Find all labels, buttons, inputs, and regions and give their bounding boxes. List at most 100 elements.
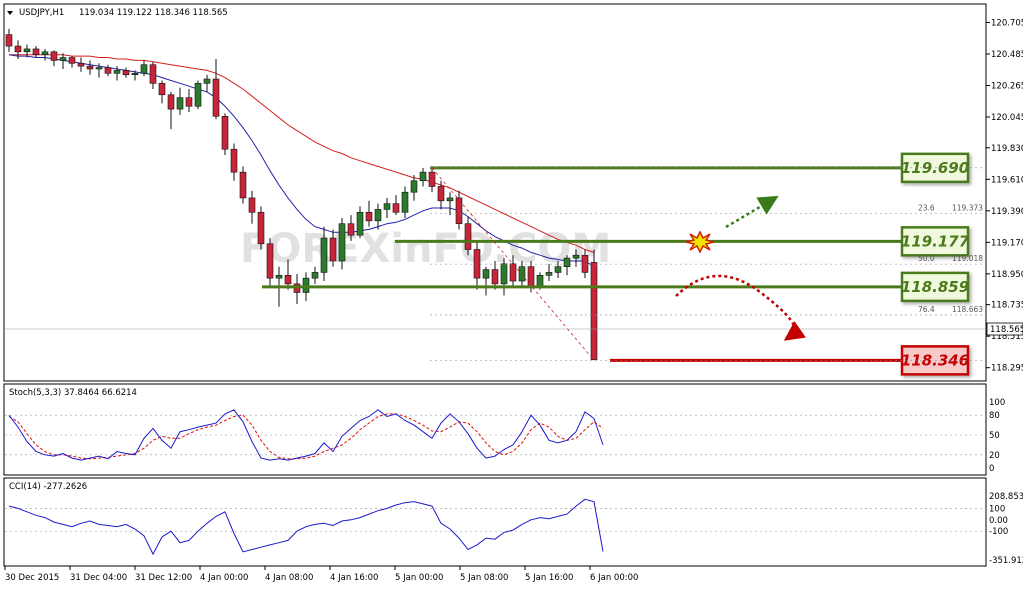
x-tick-label: 5 Jan 08:00	[460, 573, 508, 583]
candle-body	[545, 272, 553, 276]
candle-body	[212, 78, 220, 117]
stoch-tick-label: 20	[989, 451, 1000, 461]
level-value: 118.859	[901, 278, 969, 296]
candle-body	[149, 64, 157, 84]
candle-body	[185, 97, 193, 107]
candle-body	[68, 57, 76, 64]
symbol-label: USDJPY,H1	[19, 8, 64, 18]
candle-body	[131, 73, 139, 76]
candle-body	[50, 51, 58, 61]
burst-star-icon	[685, 230, 715, 254]
x-tick-label: 31 Dec 12:00	[135, 573, 192, 583]
candle-body	[455, 197, 463, 225]
candle-body	[320, 237, 328, 273]
candle-body	[275, 274, 283, 279]
candle-body	[140, 64, 148, 74]
x-tick-label: 5 Jan 00:00	[395, 573, 443, 583]
y-tick-label: 120.485	[991, 50, 1023, 60]
y-tick-label: 118.950	[991, 270, 1023, 280]
x-tick-label: 4 Jan 08:00	[265, 573, 313, 583]
candle	[221, 113, 229, 155]
candle-body	[203, 78, 211, 84]
chart-canvas: FOREXinFO.COM 119.690119.177118.859118.3…	[3, 3, 1023, 583]
candle-body	[14, 45, 22, 53]
candle-body	[482, 269, 490, 279]
y-tick-label: 119.390	[991, 207, 1023, 217]
ohlc-label: 119.034 119.122 118.346 118.565	[79, 8, 228, 18]
candle-body	[5, 34, 13, 47]
candle	[239, 166, 247, 204]
x-tick-label: 5 Jan 16:00	[525, 573, 573, 583]
candle-body	[311, 272, 319, 279]
candle-body	[230, 148, 238, 173]
candle-body	[419, 171, 427, 182]
candle-body	[392, 203, 400, 213]
y-tick-label: 120.265	[991, 81, 1023, 91]
current-price-label: 118.565	[990, 325, 1023, 335]
x-tick-label: 6 Jan 00:00	[590, 573, 638, 583]
candle-body	[104, 67, 112, 74]
candle-body	[77, 62, 85, 67]
candle-body	[347, 223, 355, 236]
stoch-title: Stoch(5,3,3) 37.8464 66.6214	[9, 388, 137, 398]
cci-tick-label: 0.00	[989, 516, 1008, 526]
candle-body	[122, 70, 130, 76]
stoch-tick-label: 50	[989, 431, 1000, 441]
cci-tick-label: -100	[989, 527, 1008, 537]
candle-body	[329, 237, 337, 262]
candle-body	[437, 186, 445, 202]
candle-body	[554, 266, 562, 273]
candle-body	[590, 262, 598, 361]
candle-body	[95, 67, 103, 70]
y-tick-label: 118.295	[991, 364, 1023, 374]
candle-body	[266, 243, 274, 279]
candle-body	[464, 223, 472, 250]
candle-body	[23, 48, 31, 53]
candle-body	[410, 180, 418, 193]
level-value: 119.177	[901, 232, 970, 250]
candle	[590, 249, 598, 361]
cci-title: CCI(14) -277.2626	[9, 482, 87, 492]
fib-ratio-label: 50.0	[918, 254, 935, 263]
candle-body	[32, 48, 40, 55]
y-tick-label: 120.045	[991, 113, 1023, 123]
y-tick-label: 120.705	[991, 18, 1023, 28]
level-box: 118.859	[900, 271, 970, 303]
fib-price-label: 118.663	[952, 305, 983, 314]
x-tick-label: 4 Jan 00:00	[200, 573, 248, 583]
candle-body	[248, 197, 256, 213]
candle-body	[239, 171, 247, 199]
watermark: FOREXinFO.COM	[240, 226, 611, 272]
y-tick-label: 119.610	[991, 175, 1023, 185]
main-pane	[3, 3, 987, 382]
y-tick-label: 118.735	[991, 301, 1023, 311]
candle-body	[158, 83, 166, 96]
stoch-pane	[3, 383, 987, 476]
candle-body	[338, 223, 346, 262]
candle-body	[221, 115, 229, 150]
candle-body	[86, 65, 94, 70]
candle-body	[446, 197, 454, 202]
cci-tick-label: 208.8533	[989, 492, 1023, 502]
x-tick-label: 30 Dec 2015	[5, 573, 59, 583]
x-tick-label: 31 Dec 04:00	[70, 573, 127, 583]
fib-price-label: 119.018	[952, 254, 983, 263]
candle-body	[167, 94, 175, 110]
candle-body	[356, 211, 364, 236]
candle-body	[536, 274, 544, 288]
candle-body	[59, 57, 67, 61]
candle-body	[302, 277, 310, 293]
cci-pane	[3, 477, 987, 567]
cci-tick-label: -351.9122	[989, 556, 1023, 566]
cci-tick-label: 100	[989, 504, 1005, 514]
candle-body	[374, 209, 382, 222]
candle-body	[500, 263, 508, 285]
stoch-tick-label: 80	[989, 411, 1000, 421]
x-tick-label: 4 Jan 16:00	[330, 573, 378, 583]
candle-body	[365, 211, 373, 222]
y-tick-label: 119.830	[991, 144, 1023, 154]
candle-body	[563, 257, 571, 267]
candle-body	[401, 191, 409, 213]
candle	[257, 206, 265, 250]
candle-body	[518, 266, 526, 282]
